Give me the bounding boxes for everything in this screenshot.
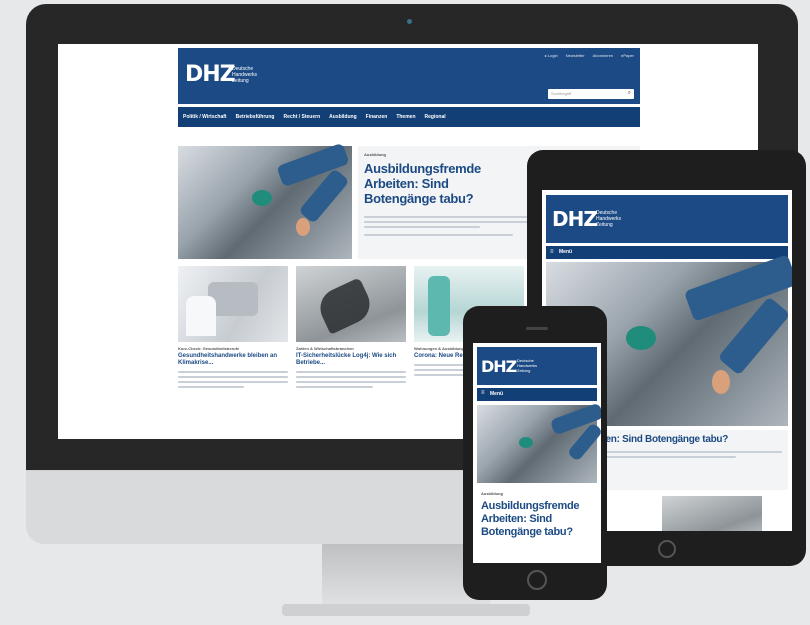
nav-item[interactable]: Finanzen [366,114,388,120]
top-link[interactable]: ▸ Login [545,53,558,58]
tablet-header: DHZ Deutsche Handwerks Zeitung [546,195,788,243]
nav-item[interactable]: Betriebsführung [236,114,275,120]
nav-item[interactable]: Regional [425,114,446,120]
site-logo[interactable]: DHZ [185,62,236,87]
menu-label[interactable]: Menü [490,391,503,397]
nav-item[interactable]: Recht / Steuern [283,114,320,120]
card-title[interactable]: IT-Sicherheitslücke Log4j: Wie sich Betr… [296,353,406,367]
phone-home-button[interactable] [527,570,547,590]
search-input[interactable]: Suchbegriff ⌕ [548,89,634,99]
menu-icon[interactable]: ≡ [481,390,485,396]
nav-item[interactable]: Ausbildung [329,114,357,120]
card-title[interactable]: Gesundheitshandwerke bleiben an Klimakri… [178,353,288,367]
card-kicker: Zahlen & Wirtschaftsbranchen [296,346,354,351]
phone-hero-image[interactable] [477,402,601,483]
site-header: DHZ Deutsche Handwerks Zeitung ▸ Login N… [178,48,640,104]
hero-hand [712,370,730,394]
hero-cup [252,190,272,206]
logo-subtitle: Deutsche Handwerks Zeitung [232,66,258,84]
tablet-logo[interactable]: DHZ [552,207,598,231]
phone-headline[interactable]: Ausbildungsfremde Arbeiten: Sind Botengä… [481,500,593,539]
tablet-home-button[interactable] [658,540,676,558]
nav-item[interactable]: Politik / Wirtschaft [183,114,227,120]
hand-shadow-icon [313,277,377,335]
imac-camera [407,19,412,24]
top-link[interactable]: ePaper [621,53,634,58]
search-placeholder: Suchbegriff [551,91,572,96]
tablet-logo-subtitle: Deutsche Handwerks Zeitung [596,210,622,228]
search-icon[interactable]: ⌕ [628,90,631,97]
top-links: ▸ Login Newsletter Abonnieren ePaper [545,53,634,58]
card: Kurz-Check: Gesundheitsberufe Gesundheit… [178,346,288,391]
top-link[interactable]: Newsletter [566,53,585,58]
card: Zahlen & Wirtschaftsbranchen IT-Sicherhe… [296,346,406,391]
menu-icon[interactable]: ≡ [550,249,554,255]
phone-header: DHZ Deutsche Handwerks Zeitung [477,347,597,385]
main-nav: Politik / Wirtschaft Betriebsführung Rec… [178,107,640,127]
phone-kicker: Ausbildung [481,491,503,496]
phone-speaker [526,327,548,330]
phone-article: Ausbildung Ausbildungsfremde Arbeiten: S… [477,489,597,541]
top-link[interactable]: Abonnieren [593,53,613,58]
hero-cup [519,437,533,448]
card-image[interactable] [296,266,406,342]
phone-nav[interactable]: ≡ Menü [477,388,597,401]
phone-logo-subtitle: Deutsche Handwerks Zeitung [517,358,538,373]
imac-stand-foot [282,604,530,616]
nav-item[interactable]: Themen [396,114,415,120]
hero-headline[interactable]: Ausbildungsfremde Arbeiten: Sind Botengä… [364,161,524,206]
phone-logo[interactable]: DHZ [481,357,517,376]
tablet-card-image[interactable] [662,496,762,531]
hero-cup [626,326,656,350]
card-kicker: Kurz-Check: Gesundheitsberufe [178,346,240,351]
hero-image[interactable] [178,142,352,259]
phone-screen: DHZ Deutsche Handwerks Zeitung ≡ Menü Au… [473,343,601,563]
menu-label[interactable]: Menü [559,249,572,255]
card-image[interactable] [178,266,288,342]
tablet-nav[interactable]: ≡ Menü [546,246,788,259]
hero-hand [296,218,310,236]
